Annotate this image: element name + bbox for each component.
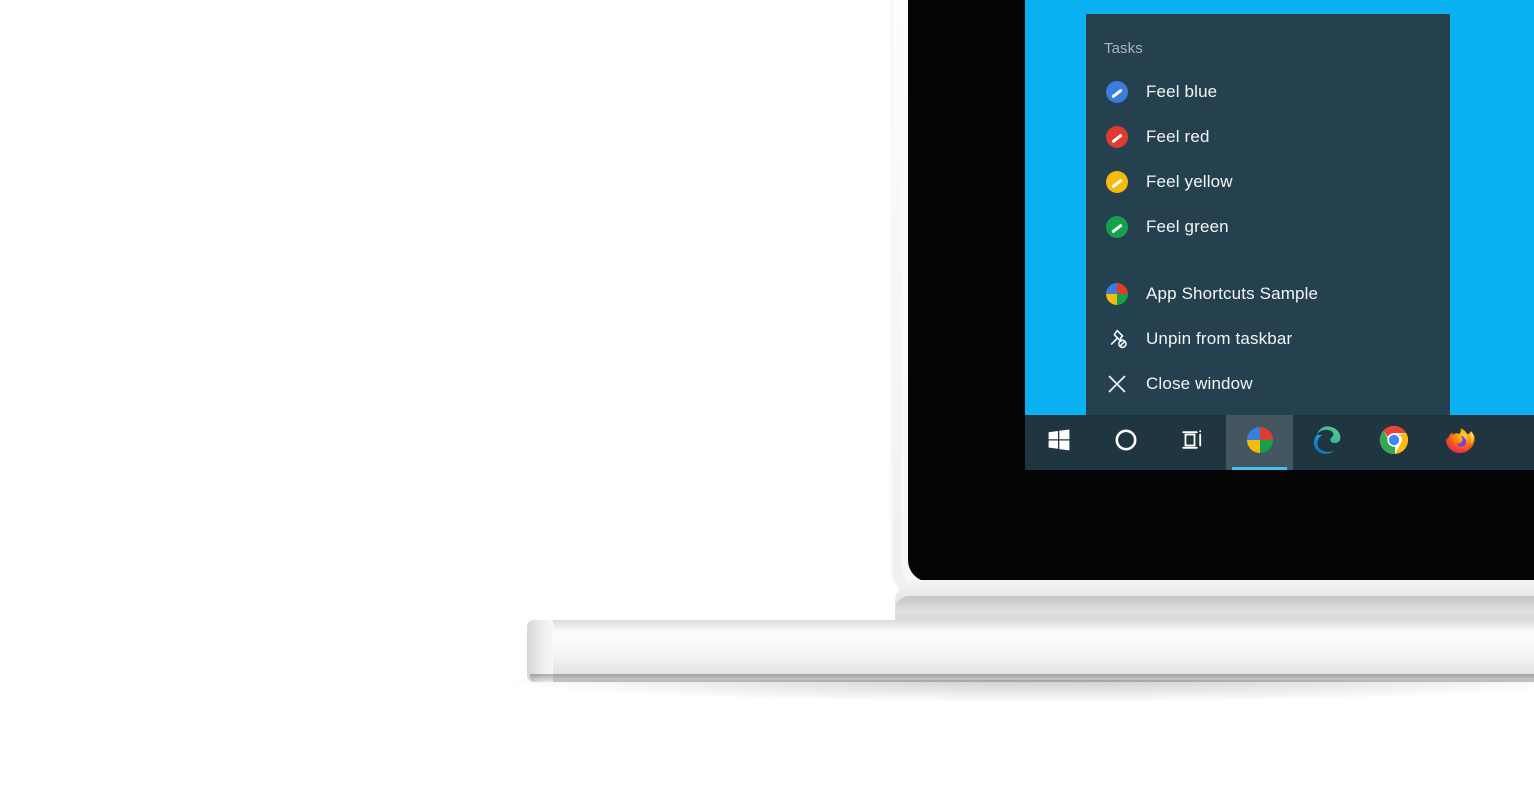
jumplist-item-feel-yellow[interactable]: Feel yellow <box>1086 159 1450 204</box>
pen-circle-green-icon <box>1104 214 1130 240</box>
jumplist-item-label: Close window <box>1146 373 1253 393</box>
jumplist-header: Tasks <box>1104 40 1143 57</box>
jumplist-item-feel-red[interactable]: Feel red <box>1086 114 1450 159</box>
jumplist-separator-gap <box>1086 249 1450 271</box>
taskbar-button-app-shortcuts-sample[interactable] <box>1226 415 1293 470</box>
edge-icon <box>1311 424 1343 461</box>
jumplist-item-app-shortcuts-sample[interactable]: App Shortcuts Sample <box>1086 271 1450 316</box>
windows-logo-icon <box>1047 428 1071 457</box>
app-pie-icon <box>1245 425 1275 460</box>
jumplist-item-label: Unpin from taskbar <box>1146 328 1293 348</box>
jumplist-item-feel-green[interactable]: Feel green <box>1086 204 1450 249</box>
jumplist-item-feel-blue[interactable]: Feel blue <box>1086 69 1450 114</box>
screenshot-stage: Tasks Feel blue Feel red Feel yellow Fee… <box>0 0 1534 805</box>
jumplist-menu: Tasks Feel blue Feel red Feel yellow Fee… <box>1086 14 1450 415</box>
laptop-base-topline <box>527 620 1534 630</box>
jumplist-item-label: Feel green <box>1146 216 1229 236</box>
close-icon <box>1104 371 1130 397</box>
laptop-hinge-edge <box>895 596 1534 610</box>
taskbar-button-chrome[interactable] <box>1360 415 1427 470</box>
jumplist-item-close-window[interactable]: Close window <box>1086 361 1450 406</box>
chrome-icon <box>1378 424 1410 461</box>
taskbar-button-task-view[interactable] <box>1159 415 1226 470</box>
firefox-icon <box>1445 424 1477 461</box>
unpin-icon <box>1104 326 1130 352</box>
laptop-base-leftcap <box>527 620 553 682</box>
jumplist-item-label: Feel blue <box>1146 81 1218 101</box>
cortana-circle-icon <box>1113 427 1139 458</box>
taskbar-button-firefox[interactable] <box>1427 415 1494 470</box>
taskbar-button-start[interactable] <box>1025 415 1092 470</box>
jumplist-item-label: Feel yellow <box>1146 171 1233 191</box>
pen-circle-yellow-icon <box>1104 169 1130 195</box>
jumplist-item-unpin-from-taskbar[interactable]: Unpin from taskbar <box>1086 316 1450 361</box>
jumplist-item-label: Feel red <box>1146 126 1210 146</box>
windows-taskbar <box>1025 415 1534 470</box>
jumplist-item-label: App Shortcuts Sample <box>1146 283 1319 303</box>
pen-circle-red-icon <box>1104 124 1130 150</box>
app-pie-icon <box>1104 281 1130 307</box>
pen-circle-blue-icon <box>1104 79 1130 105</box>
task-view-icon <box>1180 427 1206 458</box>
taskbar-button-edge[interactable] <box>1293 415 1360 470</box>
laptop-drop-shadow <box>505 680 1534 702</box>
taskbar-button-cortana[interactable] <box>1092 415 1159 470</box>
